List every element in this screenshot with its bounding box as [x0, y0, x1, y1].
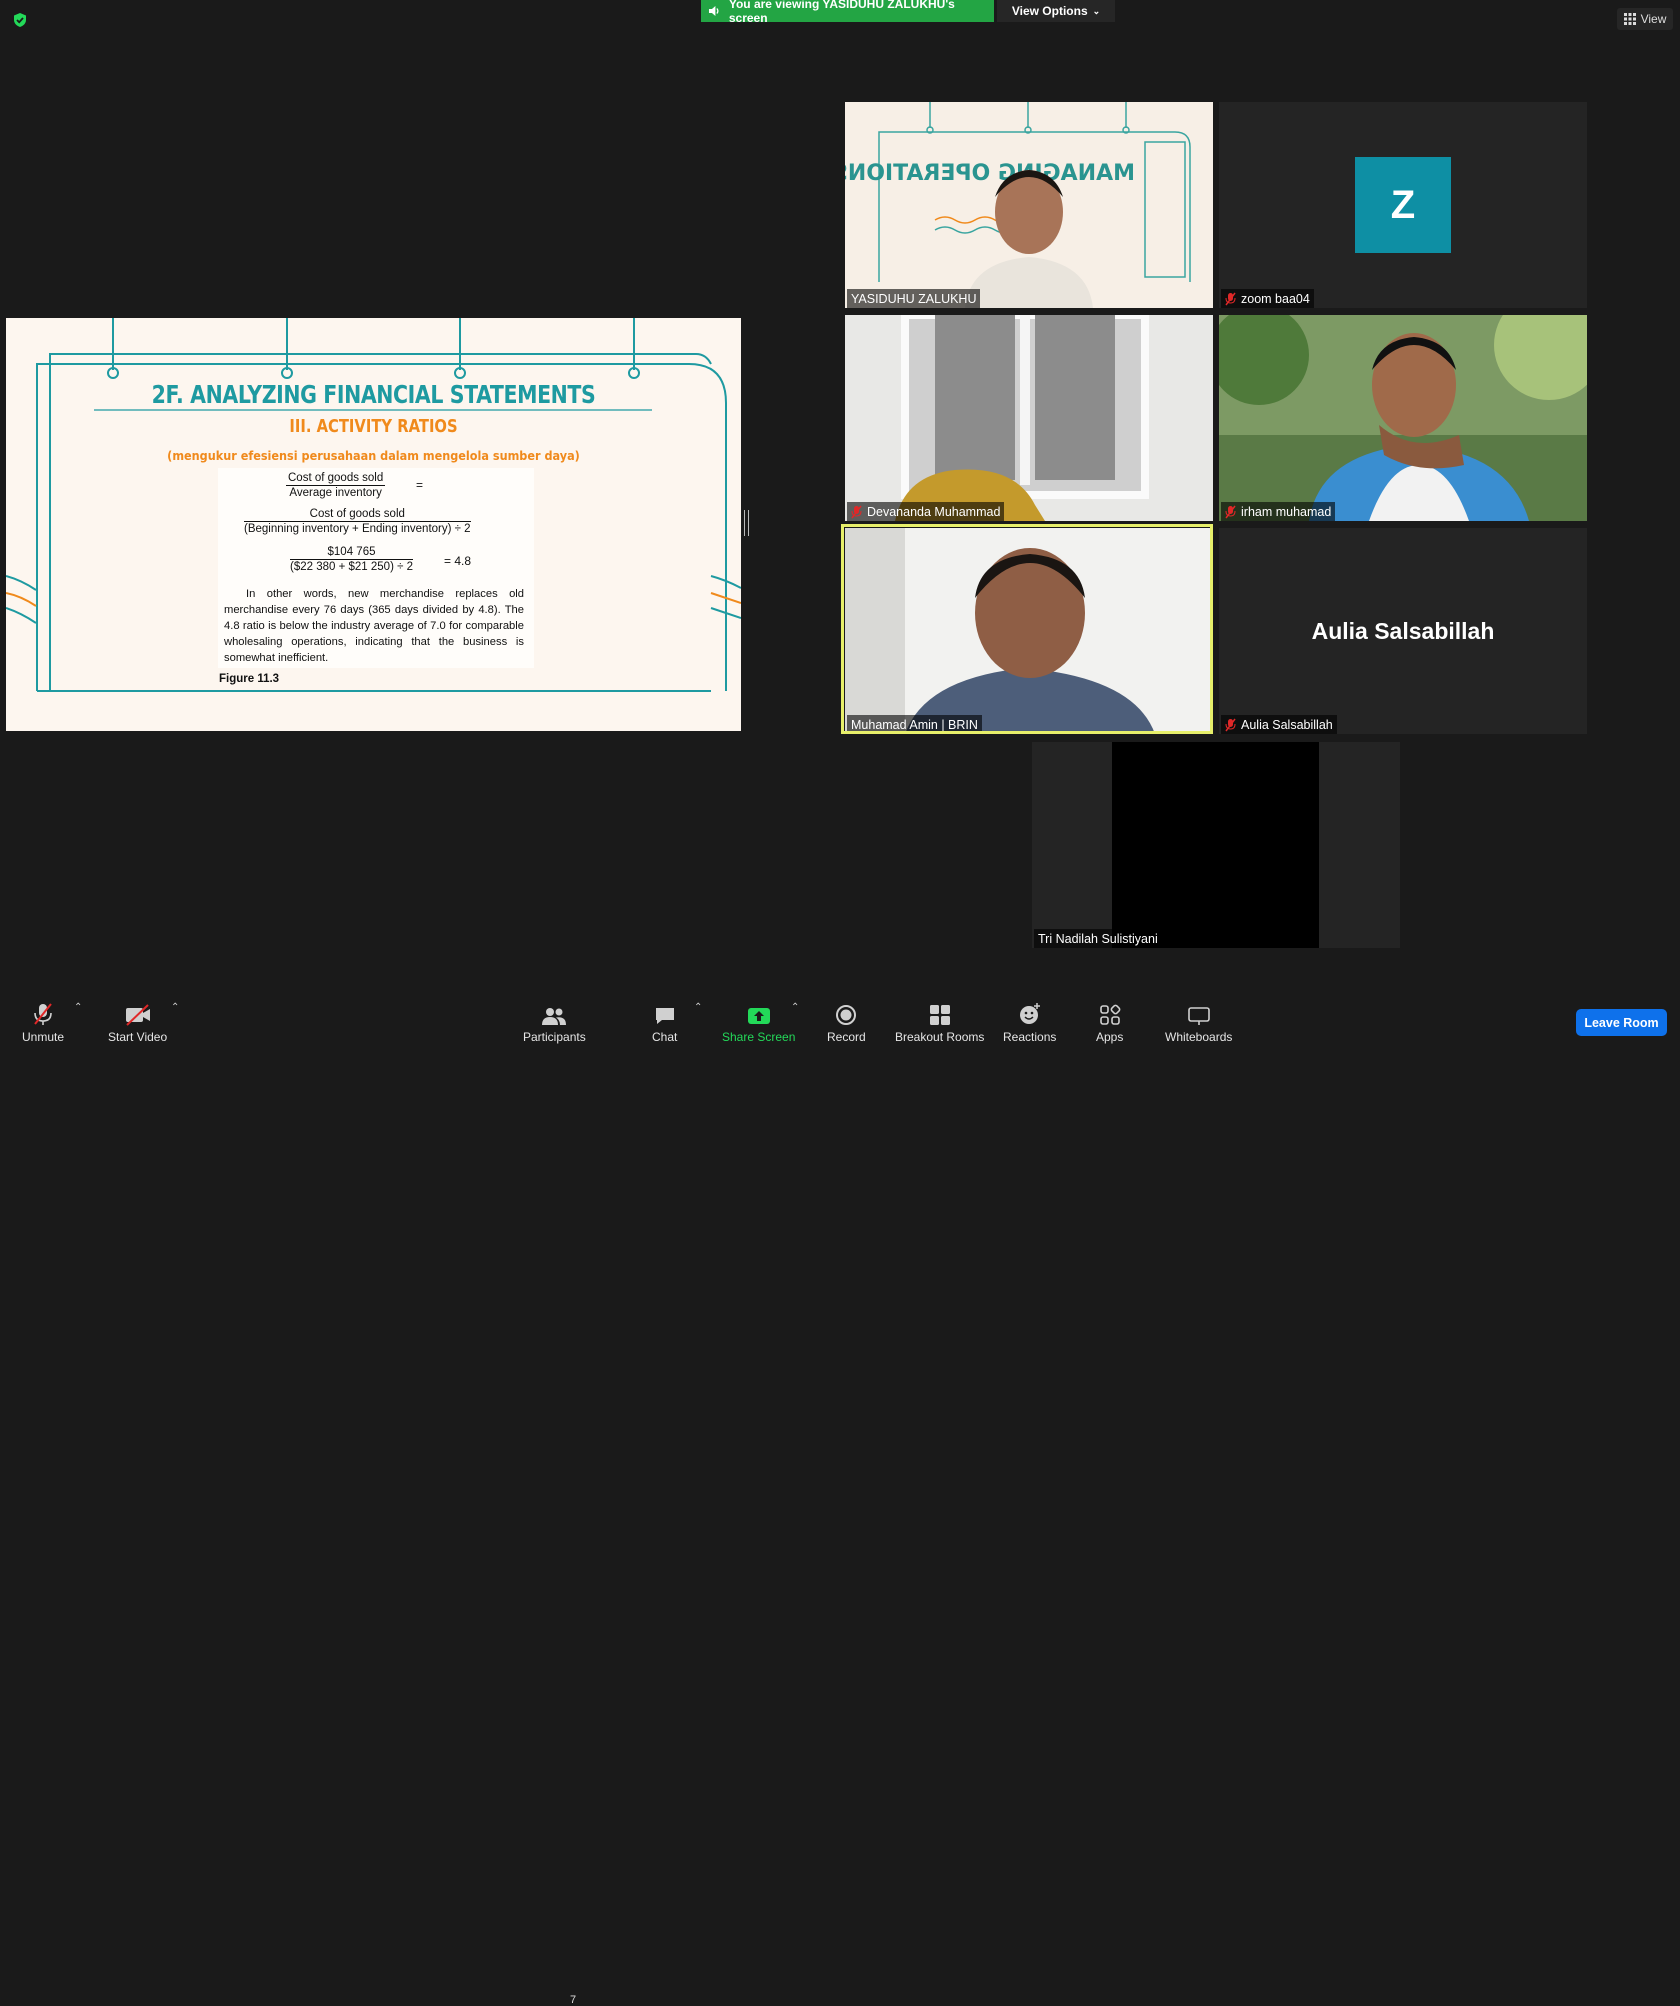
slide-subtitle: III. ACTIVITY RATIOS: [289, 416, 458, 437]
formula-3: $104 765 ($22 380 + $21 250) ÷ 2: [290, 546, 414, 573]
chevron-down-icon: ⌄: [1092, 5, 1101, 16]
mic-muted-icon: [851, 505, 862, 518]
apps-icon: [1099, 1004, 1121, 1025]
video-tile-yasiduhu[interactable]: MANAGING OPERATIONS YASIDUHU ZALUKHU: [845, 102, 1213, 308]
formula-3-numerator: $104 765: [290, 546, 414, 560]
formula-figure: Cost of goods sold Average inventory = C…: [218, 468, 534, 668]
viewing-banner-text: You are viewing YASIDUHU ZALUKHU's scree…: [728, 0, 955, 25]
meeting-toolbar: Unmute ⌃ Start Video ⌃ Participants 7 Ch…: [0, 990, 1680, 2006]
formula-1-numerator: Cost of goods sold: [286, 472, 386, 486]
participant-name: zoom baa04: [1241, 291, 1310, 306]
participant-name: Devananda Muhammad: [867, 504, 1001, 519]
leave-room-button[interactable]: Leave Room: [1576, 1009, 1667, 1036]
formula-1-equals: =: [416, 478, 424, 492]
video-tile-devananda[interactable]: Devananda Muhammad: [845, 315, 1213, 521]
participant-name: irham muhamad: [1241, 504, 1332, 519]
video-feed-tri: [1112, 742, 1319, 948]
split-view-resize-handle[interactable]: [744, 510, 749, 536]
formula-1: Cost of goods sold Average inventory: [286, 472, 386, 499]
start-video-button[interactable]: Start Video: [108, 1000, 167, 1044]
share-screen-icon: [747, 1008, 770, 1024]
shared-screen[interactable]: 2F. ANALYZING FINANCIAL STATEMENTS III. …: [6, 318, 741, 731]
security-shield-icon[interactable]: [12, 12, 28, 28]
chat-label: Chat: [652, 1030, 678, 1044]
participant-name-tag: Devananda Muhammad: [847, 502, 1005, 521]
unmute-label: Unmute: [22, 1030, 65, 1044]
breakout-rooms-label: Breakout Rooms: [895, 1030, 985, 1044]
participant-name: Tri Nadilah Sulistiyani: [1038, 931, 1158, 946]
participants-icon: [542, 1008, 567, 1025]
formula-1-denominator: Average inventory: [289, 487, 382, 499]
formula-3-result: = 4.8: [444, 554, 472, 568]
whiteboard-icon: [1187, 1007, 1210, 1025]
mic-muted-icon: [34, 1003, 52, 1025]
participant-name: YASIDUHU ZALUKHU: [851, 291, 977, 306]
video-tile-zoom-baa04[interactable]: Z zoom baa04: [1219, 102, 1587, 308]
video-options-chevron-icon[interactable]: ⌃: [171, 1002, 179, 1013]
formula-2: Cost of goods sold (Beginning inventory …: [244, 508, 471, 535]
grid-icon: [1623, 13, 1636, 25]
record-button[interactable]: Record: [827, 1000, 866, 1044]
chat-icon: [655, 1008, 674, 1024]
video-feed-yasiduhu: MANAGING OPERATIONS: [845, 102, 1191, 308]
reactions-icon: [1019, 1003, 1040, 1024]
figure-label: Figure 11.3: [219, 673, 280, 685]
participant-name-tag: Tri Nadilah Sulistiyani: [1034, 929, 1162, 948]
participants-button[interactable]: Participants: [523, 1000, 586, 1044]
breakout-rooms-button[interactable]: Breakout Rooms: [895, 1000, 984, 1044]
video-off-icon: [125, 1004, 150, 1026]
apps-label: Apps: [1096, 1030, 1124, 1044]
mic-muted-icon: [1225, 505, 1236, 518]
mic-muted-icon: [1225, 718, 1236, 731]
slide-parenthetical: (mengukur efesiensi perusahaan dalam men…: [167, 448, 580, 463]
participant-name-tag: zoom baa04: [1221, 289, 1314, 308]
whiteboards-label: Whiteboards: [1165, 1030, 1233, 1044]
svg-text:MANAGING OPERATIONS: MANAGING OPERATIONS: [845, 161, 1135, 186]
start-video-label: Start Video: [108, 1030, 168, 1044]
chat-button[interactable]: Chat: [652, 1000, 677, 1044]
participant-name: Aulia Salsabillah: [1241, 717, 1333, 732]
audio-options-chevron-icon[interactable]: ⌃: [74, 1002, 82, 1013]
participant-name-tag: YASIDUHU ZALUKHU: [847, 289, 981, 308]
reactions-label: Reactions: [1003, 1030, 1057, 1044]
formula-2-numerator: Cost of goods sold: [244, 508, 471, 522]
participants-label: Participants: [523, 1030, 586, 1044]
participant-name-tag: Aulia Salsabillah: [1221, 715, 1337, 734]
view-layout-button[interactable]: View: [1617, 8, 1673, 30]
video-tile-tri-nadilah[interactable]: Tri Nadilah Sulistiyani: [1032, 742, 1400, 948]
participant-display-name: Aulia Salsabillah: [1311, 618, 1495, 644]
participant-name-tag: irham muhamad: [1221, 502, 1336, 521]
formula-2-denominator: (Beginning inventory + Ending inventory)…: [244, 523, 471, 535]
share-screen-button[interactable]: Share Screen: [722, 1000, 795, 1044]
view-options-button[interactable]: View Options ⌄: [997, 0, 1115, 22]
chat-options-chevron-icon[interactable]: ⌃: [694, 1002, 702, 1013]
view-label: View: [1640, 12, 1667, 26]
record-label: Record: [827, 1030, 866, 1044]
video-tile-irham[interactable]: irham muhamad: [1219, 315, 1587, 521]
video-feed-devananda: [845, 315, 1213, 521]
video-tile-aulia[interactable]: Aulia Salsabillah Aulia Salsabillah: [1219, 528, 1587, 734]
formula-3-denominator: ($22 380 + $21 250) ÷ 2: [290, 561, 414, 573]
slide-title: 2F. ANALYZING FINANCIAL STATEMENTS: [151, 380, 596, 409]
record-icon: [836, 1005, 857, 1025]
share-screen-label: Share Screen: [722, 1030, 796, 1044]
video-feed-irham: [1219, 315, 1587, 521]
speaker-icon: [708, 6, 719, 16]
apps-button[interactable]: Apps: [1096, 1000, 1123, 1044]
avatar: Z: [1355, 157, 1451, 253]
active-speaker-highlight: [841, 524, 1213, 734]
unmute-button[interactable]: Unmute: [22, 1000, 64, 1044]
viewing-screen-banner: You are viewing YASIDUHU ZALUKHU's scree…: [701, 0, 994, 25]
figure-paragraph: In other words, new merchandise replaces…: [224, 588, 524, 664]
breakout-rooms-icon: [929, 1005, 950, 1025]
mic-muted-icon: [1225, 292, 1236, 305]
view-options-label: View Options: [1011, 4, 1088, 18]
participants-count: 7: [570, 1994, 577, 2006]
reactions-button[interactable]: Reactions: [1003, 1000, 1056, 1044]
whiteboards-button[interactable]: Whiteboards: [1165, 1000, 1232, 1044]
share-options-chevron-icon[interactable]: ⌃: [791, 1002, 799, 1013]
